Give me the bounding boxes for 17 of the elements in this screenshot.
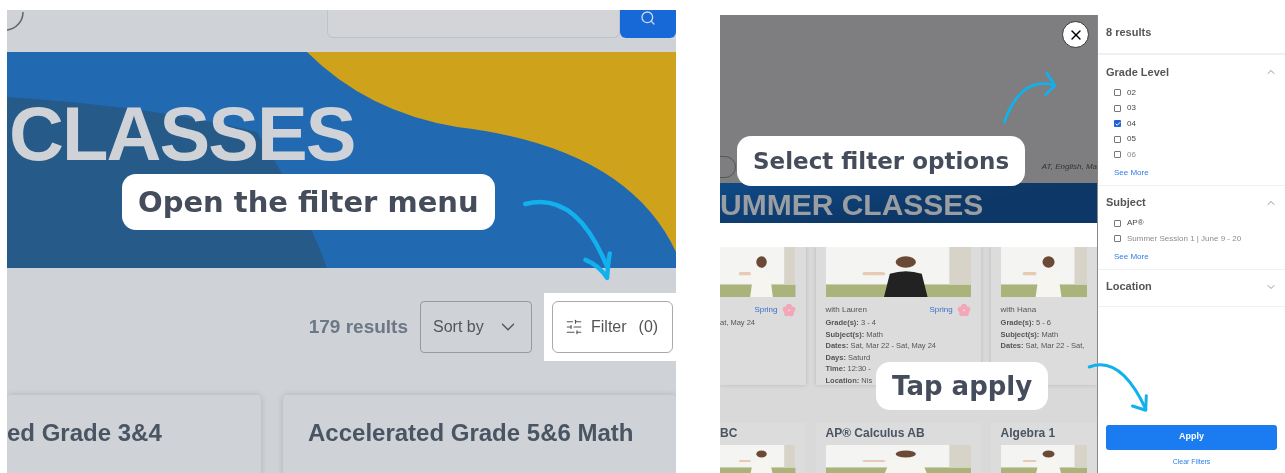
card-title: Algebra 1 bbox=[1000, 425, 1057, 442]
chip-text: AT, English, Ma bbox=[1041, 161, 1097, 173]
season-label: Spring bbox=[929, 304, 953, 316]
filter-count: (0) bbox=[638, 317, 659, 337]
card-title: BC bbox=[720, 425, 739, 442]
callout-tooltip: Select filter options bbox=[737, 136, 1026, 186]
banner-title: CLASSES bbox=[9, 104, 355, 164]
results-count: 8 results bbox=[1105, 25, 1153, 40]
banner-title: UMMER CLASSES bbox=[720, 189, 984, 221]
callout-tooltip: Open the filter menu bbox=[122, 174, 495, 230]
results-count: 179 results bbox=[308, 314, 408, 339]
card-title: AP® Calculus AB bbox=[825, 425, 926, 442]
teacher-name: with Hana bbox=[1000, 304, 1037, 316]
callout-tooltip: Tap apply bbox=[876, 362, 1049, 410]
season-label: Spring bbox=[754, 304, 778, 316]
teacher-name: with Lauren bbox=[825, 304, 867, 316]
card-title: Accelerated Grade 5&6 Math bbox=[308, 418, 635, 448]
